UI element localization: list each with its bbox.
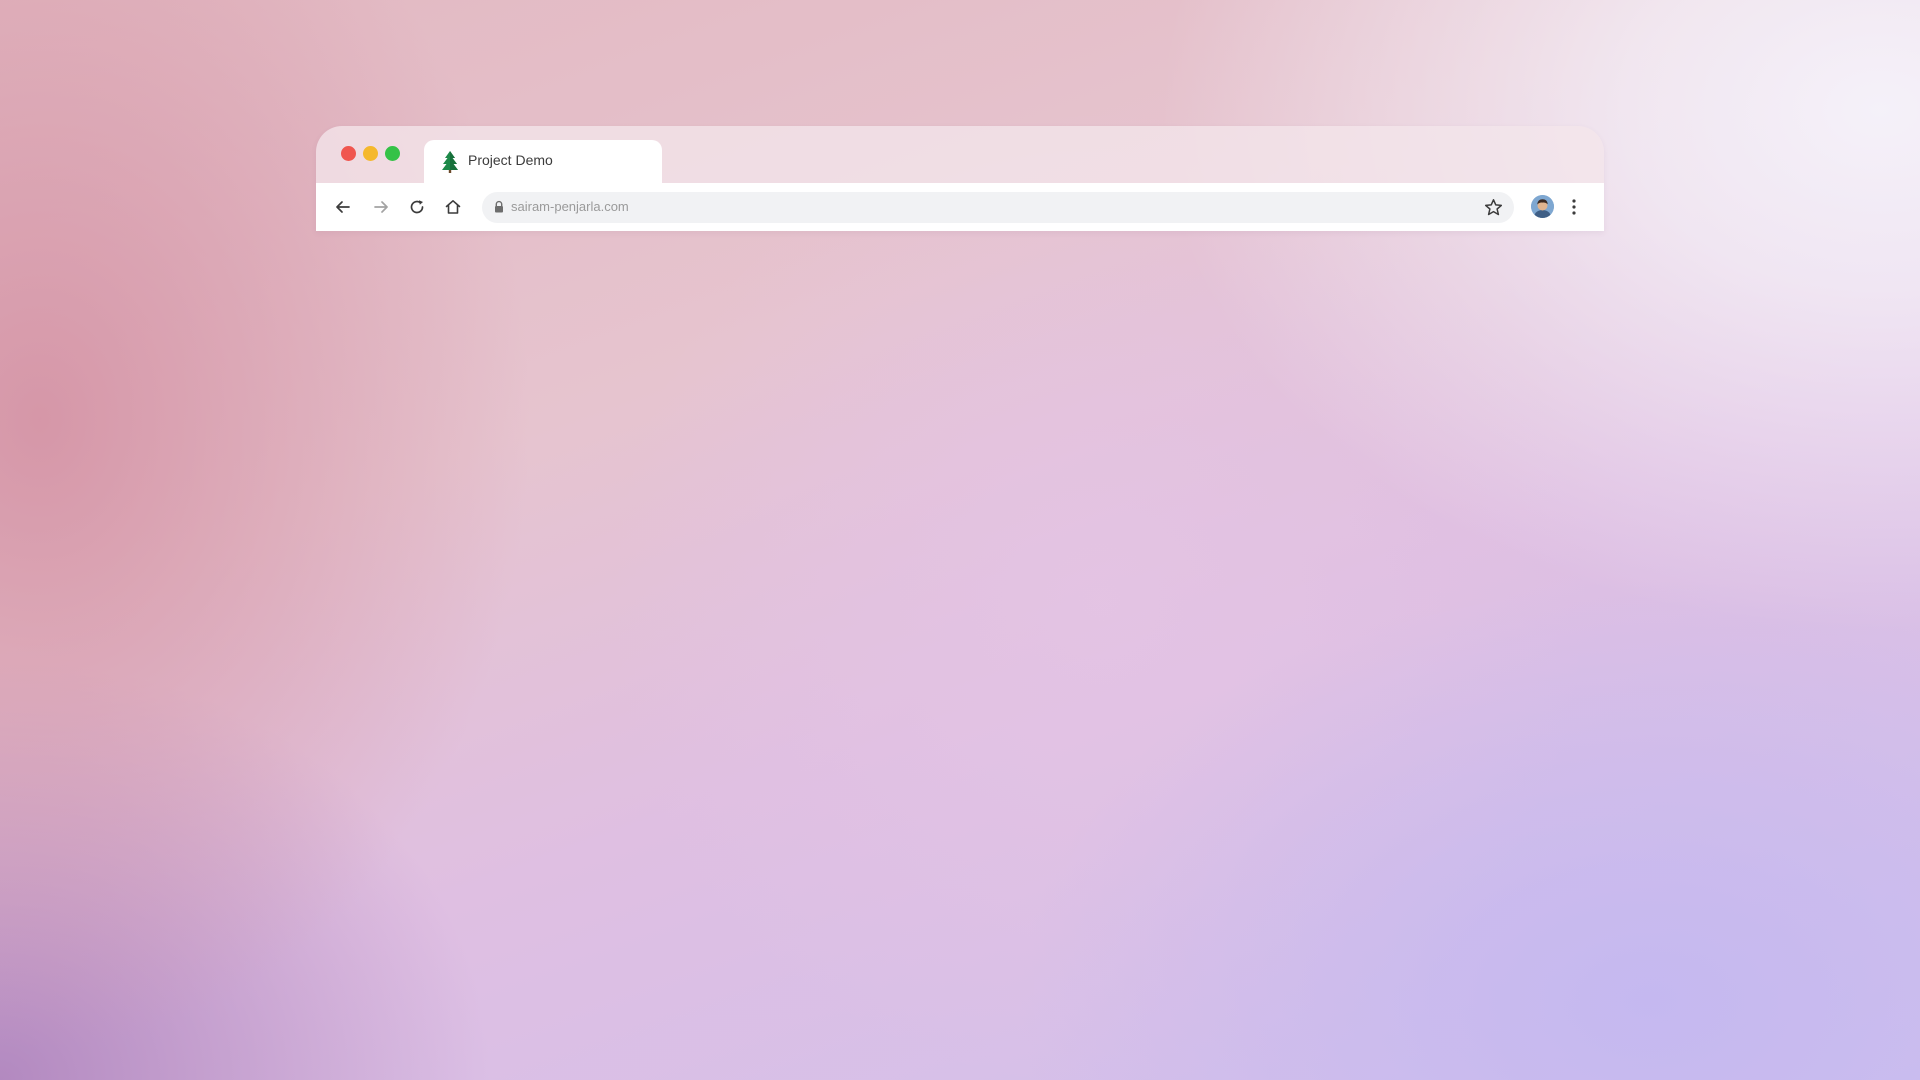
minimize-window-button[interactable] [363,146,378,161]
lock-icon [493,200,505,214]
bookmark-star-icon[interactable] [1484,198,1503,217]
tab-strip: Project Demo [316,126,1604,183]
address-bar[interactable]: sairam-penjarla.com [482,192,1514,223]
browser-window: Project Demo sairam-penjarla.com [316,126,1604,231]
arrow-left-icon [336,201,350,213]
tab-title: Project Demo [468,152,553,168]
profile-avatar[interactable] [1531,195,1554,218]
close-window-button[interactable] [341,146,356,161]
reload-icon [410,200,424,214]
reload-button[interactable] [403,193,431,221]
url-text[interactable]: sairam-penjarla.com [511,199,629,214]
tab-project-demo[interactable]: Project Demo [424,140,662,183]
forward-button[interactable] [367,193,395,221]
pine-tree-icon [441,151,459,173]
home-icon [445,200,461,214]
kebab-menu-icon[interactable] [1567,195,1581,219]
browser-toolbar: sairam-penjarla.com [316,183,1604,231]
maximize-window-button[interactable] [385,146,400,161]
home-button[interactable] [439,193,467,221]
back-button[interactable] [329,193,357,221]
arrow-right-icon [374,201,388,213]
